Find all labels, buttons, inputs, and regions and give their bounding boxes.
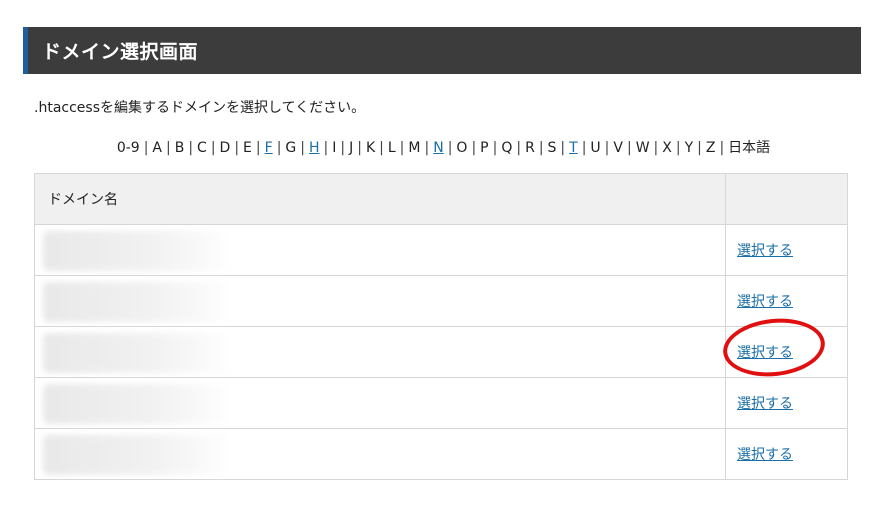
index-separator: |: [492, 140, 498, 156]
index-letter: C: [197, 140, 207, 156]
index-letter: O: [456, 140, 468, 156]
index-letter: Q: [501, 140, 513, 156]
index-letter: R: [525, 140, 535, 156]
table-header-row: ドメイン名: [34, 173, 848, 225]
table-row: 選択する: [34, 275, 848, 327]
action-cell: 選択する: [725, 326, 848, 378]
domain-name-cell: [34, 224, 726, 276]
action-cell: 選択する: [725, 275, 848, 327]
index-letter: X: [662, 140, 672, 156]
select-domain-link[interactable]: 選択する: [737, 345, 793, 361]
index-separator: |: [604, 140, 610, 156]
index-letter: U: [590, 140, 601, 156]
index-separator: |: [379, 140, 384, 156]
index-letter: 日本語: [728, 140, 771, 156]
action-cell: 選択する: [725, 377, 848, 429]
index-separator: |: [276, 140, 282, 156]
domain-name-header: ドメイン名: [34, 173, 726, 225]
index-letter: D: [219, 140, 231, 156]
index-letter[interactable]: N: [433, 140, 443, 156]
blurred-domain-name: [43, 333, 233, 373]
blurred-domain-name: [43, 435, 233, 475]
select-domain-link[interactable]: 選択する: [737, 447, 793, 463]
blurred-domain-name: [43, 384, 233, 424]
index-letter: L: [387, 140, 396, 156]
index-separator: |: [538, 140, 544, 156]
alphabet-index: 0-9 | A | B | C | D | E | F | G | H | I | J | K | L | M | N | O | P | Q | R |…: [0, 137, 887, 157]
index-letter[interactable]: F: [265, 140, 273, 156]
index-letter: W: [635, 140, 650, 156]
table-row: 選択する: [34, 224, 848, 276]
index-separator: |: [675, 140, 681, 156]
index-separator: |: [471, 140, 477, 156]
index-letter: Y: [684, 140, 694, 156]
index-letter: G: [285, 140, 297, 156]
index-separator: |: [424, 140, 430, 156]
action-header: [725, 173, 848, 225]
blurred-domain-name: [43, 231, 233, 271]
index-letter: K: [365, 140, 376, 156]
domain-name-cell: [34, 275, 726, 327]
index-separator: |: [323, 140, 329, 156]
index-letter[interactable]: T: [569, 140, 578, 156]
blurred-domain-name: [43, 282, 233, 322]
index-letter: Z: [705, 140, 716, 156]
index-separator: |: [300, 140, 305, 156]
instruction-text: .htaccessを編集するドメインを選択してください。: [34, 100, 366, 116]
index-separator: |: [166, 140, 171, 156]
index-letter: E: [243, 140, 252, 156]
select-domain-link[interactable]: 選択する: [737, 396, 793, 412]
page-header: ドメイン選択画面: [23, 27, 861, 74]
table-row: 選択する: [34, 428, 848, 480]
index-letter: A: [152, 140, 162, 156]
select-domain-link[interactable]: 選択する: [737, 243, 793, 259]
domain-name-cell: [34, 428, 726, 480]
index-separator: |: [234, 140, 240, 156]
index-separator: |: [560, 140, 566, 156]
index-separator: |: [697, 140, 702, 156]
index-separator: |: [188, 140, 194, 156]
index-separator: |: [719, 140, 725, 156]
index-letter: M: [408, 140, 421, 156]
index-separator: |: [340, 140, 346, 156]
domain-name-cell: [34, 326, 726, 378]
action-cell: 選択する: [725, 428, 848, 480]
domain-name-cell: [34, 377, 726, 429]
index-letter[interactable]: H: [309, 140, 320, 156]
table-row: 選択する: [34, 326, 848, 378]
index-separator: |: [653, 140, 659, 156]
index-separator: |: [210, 140, 216, 156]
domain-table: ドメイン名 選択する 選択する 選択する 選択する 選択する: [34, 173, 848, 480]
index-separator: |: [626, 140, 632, 156]
table-row: 選択する: [34, 377, 848, 429]
select-domain-link[interactable]: 選択する: [737, 294, 793, 310]
index-separator: |: [357, 140, 362, 156]
index-separator: |: [581, 140, 587, 156]
index-separator: |: [447, 140, 453, 156]
index-letter: P: [480, 140, 489, 156]
index-letter: B: [174, 140, 185, 156]
index-separator: |: [516, 140, 522, 156]
index-separator: |: [255, 140, 261, 156]
index-separator: |: [143, 140, 149, 156]
action-cell: 選択する: [725, 224, 848, 276]
index-separator: |: [399, 140, 405, 156]
index-letter: V: [613, 140, 623, 156]
page-title: ドメイン選択画面: [42, 41, 199, 63]
index-letter: 0-9: [116, 140, 140, 156]
